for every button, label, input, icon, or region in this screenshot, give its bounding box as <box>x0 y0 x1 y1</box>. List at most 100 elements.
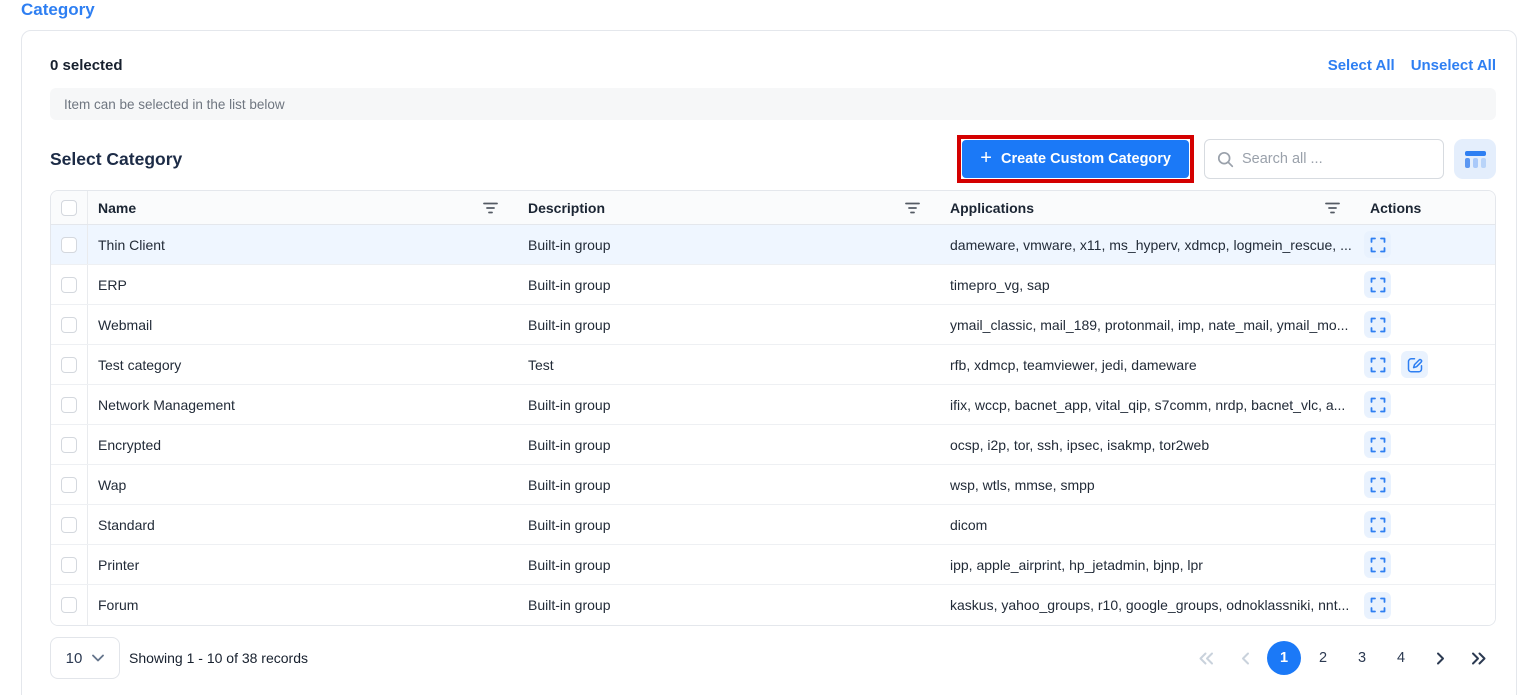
column-header-description[interactable]: Description <box>512 200 934 216</box>
category-name: Standard <box>88 517 512 533</box>
expand-button[interactable] <box>1364 231 1391 258</box>
previous-page-button[interactable] <box>1228 641 1262 675</box>
section-title: Select Category <box>50 149 182 170</box>
column-header-actions: Actions <box>1354 200 1495 216</box>
search-input[interactable] <box>1242 151 1431 167</box>
search-icon <box>1217 151 1234 168</box>
page-button-2[interactable]: 2 <box>1306 641 1340 675</box>
info-banner: Item can be selected in the list below <box>50 88 1496 120</box>
category-description: Built-in group <box>512 477 934 493</box>
category-description: Built-in group <box>512 317 934 333</box>
table-row[interactable]: Printer Built-in group ipp, apple_airpri… <box>51 545 1495 585</box>
row-checkbox-cell <box>51 545 88 584</box>
category-applications: rfb, xdmcp, teamviewer, jedi, dameware <box>934 357 1354 373</box>
edit-button[interactable] <box>1401 351 1428 378</box>
row-actions <box>1354 231 1495 258</box>
select-all-checkbox[interactable] <box>61 200 77 216</box>
table-header: Name Description Applications <box>51 191 1495 225</box>
create-custom-category-button[interactable]: + Create Custom Category <box>962 140 1189 178</box>
search-box[interactable] <box>1204 139 1444 179</box>
row-checkbox[interactable] <box>61 317 77 333</box>
expand-button[interactable] <box>1364 351 1391 378</box>
column-header-applications[interactable]: Applications <box>934 200 1354 216</box>
row-checkbox[interactable] <box>61 477 77 493</box>
row-checkbox-cell <box>51 465 88 504</box>
pagination: 1234 <box>1189 641 1496 675</box>
row-checkbox-cell <box>51 385 88 424</box>
row-actions <box>1354 271 1495 298</box>
next-page-button[interactable] <box>1423 641 1457 675</box>
table-row[interactable]: ERP Built-in group timepro_vg, sap <box>51 265 1495 305</box>
expand-button[interactable] <box>1364 271 1391 298</box>
category-applications: ipp, apple_airprint, hp_jetadmin, bjnp, … <box>934 557 1354 573</box>
page-title: Category <box>21 0 95 20</box>
table-body: Thin Client Built-in group dameware, vmw… <box>51 225 1495 625</box>
row-checkbox[interactable] <box>61 237 77 253</box>
page-button-3[interactable]: 3 <box>1345 641 1379 675</box>
selected-count: 0 selected <box>50 57 123 74</box>
table-row[interactable]: Forum Built-in group kaskus, yahoo_group… <box>51 585 1495 625</box>
row-actions <box>1354 592 1495 619</box>
page-size-select[interactable]: 10 <box>50 637 120 679</box>
category-table: Name Description Applications <box>50 190 1496 626</box>
expand-button[interactable] <box>1364 592 1391 619</box>
page-button-1[interactable]: 1 <box>1267 641 1301 675</box>
table-row[interactable]: Thin Client Built-in group dameware, vmw… <box>51 225 1495 265</box>
filter-icon[interactable] <box>483 202 498 214</box>
row-actions <box>1354 511 1495 538</box>
table-row[interactable]: Test category Test rfb, xdmcp, teamviewe… <box>51 345 1495 385</box>
expand-button[interactable] <box>1364 511 1391 538</box>
row-checkbox[interactable] <box>61 397 77 413</box>
plus-icon: + <box>980 148 992 168</box>
highlight-annotation-box: + Create Custom Category <box>957 135 1194 183</box>
row-checkbox[interactable] <box>61 277 77 293</box>
category-description: Built-in group <box>512 277 934 293</box>
category-name: Encrypted <box>88 437 512 453</box>
category-applications: ocsp, i2p, tor, ssh, ipsec, isakmp, tor2… <box>934 437 1354 453</box>
expand-button[interactable] <box>1364 431 1391 458</box>
expand-button[interactable] <box>1364 311 1391 338</box>
last-page-button[interactable] <box>1462 641 1496 675</box>
pagination-summary: Showing 1 - 10 of 38 records <box>129 650 308 666</box>
row-actions <box>1354 351 1495 378</box>
row-checkbox-cell <box>51 425 88 464</box>
chevron-down-icon <box>92 654 104 662</box>
select-all-link[interactable]: Select All <box>1328 57 1395 74</box>
first-page-button[interactable] <box>1189 641 1223 675</box>
expand-icon <box>1370 437 1386 453</box>
category-applications: dicom <box>934 517 1354 533</box>
create-button-label: Create Custom Category <box>1001 151 1171 167</box>
row-checkbox[interactable] <box>61 357 77 373</box>
table-row[interactable]: Wap Built-in group wsp, wtls, mmse, smpp <box>51 465 1495 505</box>
expand-button[interactable] <box>1364 391 1391 418</box>
expand-button[interactable] <box>1364 471 1391 498</box>
filter-icon[interactable] <box>905 202 920 214</box>
row-actions <box>1354 551 1495 578</box>
category-name: Test category <box>88 357 512 373</box>
row-checkbox[interactable] <box>61 517 77 533</box>
column-header-name[interactable]: Name <box>88 200 512 216</box>
row-checkbox-cell <box>51 225 88 264</box>
expand-icon <box>1370 397 1386 413</box>
filter-icon[interactable] <box>1325 202 1340 214</box>
table-row[interactable]: Encrypted Built-in group ocsp, i2p, tor,… <box>51 425 1495 465</box>
table-row[interactable]: Standard Built-in group dicom <box>51 505 1495 545</box>
row-checkbox-cell <box>51 345 88 384</box>
category-applications: ifix, wccp, bacnet_app, vital_qip, s7com… <box>934 397 1354 413</box>
row-checkbox[interactable] <box>61 557 77 573</box>
table-row[interactable]: Network Management Built-in group ifix, … <box>51 385 1495 425</box>
row-actions <box>1354 431 1495 458</box>
category-applications: dameware, vmware, x11, ms_hyperv, xdmcp,… <box>934 237 1354 253</box>
row-checkbox[interactable] <box>61 597 77 613</box>
category-description: Built-in group <box>512 237 934 253</box>
category-name: Printer <box>88 557 512 573</box>
edit-icon <box>1406 356 1424 374</box>
column-settings-button[interactable] <box>1454 139 1496 179</box>
table-row[interactable]: Webmail Built-in group ymail_classic, ma… <box>51 305 1495 345</box>
category-description: Built-in group <box>512 437 934 453</box>
unselect-all-link[interactable]: Unselect All <box>1411 57 1496 74</box>
expand-button[interactable] <box>1364 551 1391 578</box>
page-button-4[interactable]: 4 <box>1384 641 1418 675</box>
row-checkbox[interactable] <box>61 437 77 453</box>
category-description: Built-in group <box>512 597 934 613</box>
